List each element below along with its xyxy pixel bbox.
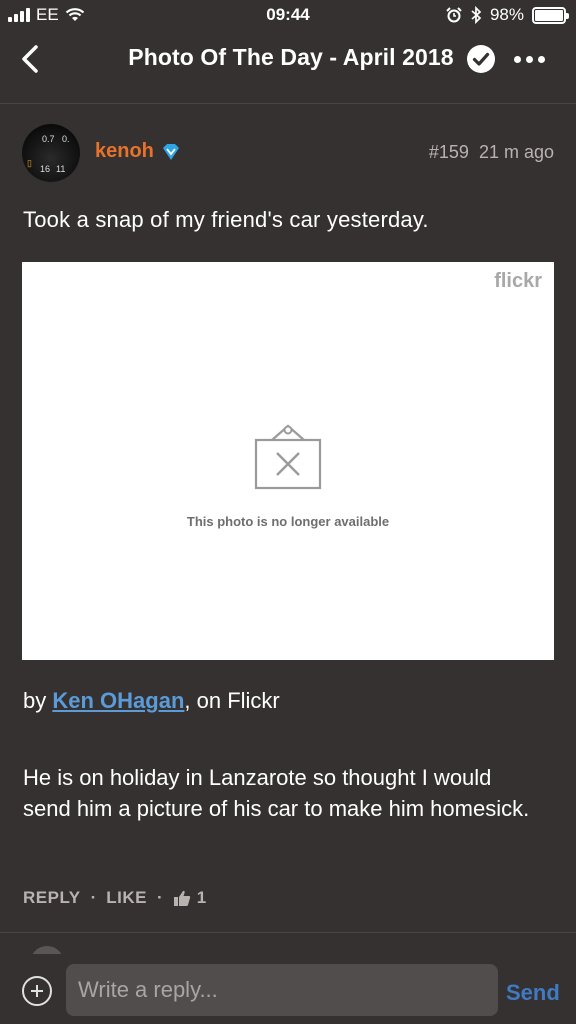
broken-image-icon bbox=[254, 424, 322, 490]
add-attachment-button[interactable] bbox=[22, 976, 52, 1006]
dot bbox=[514, 55, 521, 63]
username[interactable]: kenoh bbox=[95, 140, 154, 163]
reply-composer: Send bbox=[0, 954, 576, 1024]
credit-prefix: by bbox=[23, 688, 53, 713]
reply-button[interactable]: REPLY bbox=[23, 888, 81, 908]
nav-bar: Photo Of The Day - April 2018 bbox=[0, 32, 576, 104]
post-divider bbox=[0, 932, 576, 933]
more-options-button[interactable] bbox=[514, 46, 554, 72]
reply-input[interactable] bbox=[66, 964, 498, 1016]
avatar[interactable]: 0.7 0. 16 11 ▯ bbox=[22, 124, 80, 182]
verified-diamond-icon bbox=[163, 144, 179, 160]
credit-suffix: , on Flickr bbox=[184, 688, 280, 713]
battery-icon bbox=[532, 6, 569, 24]
post-number[interactable]: #159 bbox=[429, 142, 469, 162]
bluetooth-icon bbox=[471, 6, 482, 24]
post-actions: REPLY · LIKE · 1 bbox=[23, 888, 206, 908]
post-header: 0.7 0. 16 11 ▯ kenoh #159 21 m ago bbox=[22, 122, 554, 182]
dot bbox=[538, 55, 545, 63]
post-meta: #159 21 m ago bbox=[429, 142, 554, 163]
post-body-text: He is on holiday in Lanzarote so thought… bbox=[23, 765, 530, 821]
photo-credit: by Ken OHagan, on Flickr bbox=[23, 688, 280, 714]
like-button[interactable]: LIKE bbox=[106, 888, 147, 908]
check-circle-icon[interactable] bbox=[466, 44, 496, 74]
dot bbox=[526, 55, 533, 63]
send-button[interactable]: Send bbox=[506, 980, 560, 1006]
like-count: 1 bbox=[196, 888, 207, 907]
action-separator: · bbox=[90, 888, 97, 907]
status-bar: EE 09:44 98% bbox=[0, 0, 576, 32]
post-time: 21 m ago bbox=[478, 142, 554, 162]
thumbs-up-icon bbox=[173, 890, 190, 906]
action-separator: · bbox=[157, 888, 163, 907]
photo-unavailable-message: This photo is no longer available bbox=[186, 514, 390, 529]
flickr-logo: flickr bbox=[494, 270, 542, 292]
photo-embed[interactable]: flickr This photo is no longer available bbox=[22, 262, 554, 660]
battery-percent: 98% bbox=[489, 5, 524, 24]
status-right: 98% bbox=[446, 5, 569, 25]
credit-author-link[interactable]: Ken OHagan bbox=[52, 688, 184, 713]
alarm-icon bbox=[446, 7, 462, 23]
post-intro-text: Took a snap of my friend's car yesterday… bbox=[23, 207, 429, 232]
